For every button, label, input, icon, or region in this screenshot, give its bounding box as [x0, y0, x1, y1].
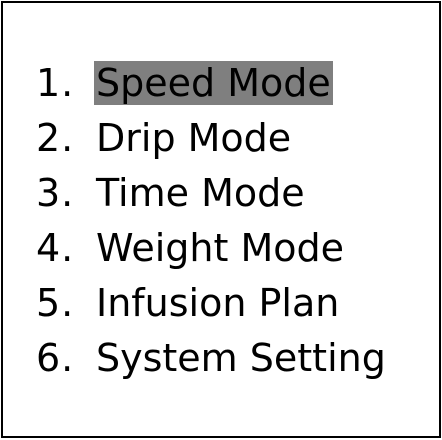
menu-item-drip-mode[interactable]: 2. Drip Mode: [36, 110, 436, 165]
menu-item-weight-mode[interactable]: 4. Weight Mode: [36, 220, 436, 275]
menu-item-number: 1.: [36, 60, 75, 105]
menu-item-system-setting[interactable]: 6. System Setting: [36, 330, 436, 385]
menu-item-time-mode[interactable]: 3. Time Mode: [36, 165, 436, 220]
menu-item-label: Infusion Plan: [96, 280, 340, 325]
menu-item-number: 2.: [36, 115, 75, 160]
menu-item-label: Time Mode: [96, 170, 305, 215]
menu-item-number: 4.: [36, 225, 75, 270]
menu-item-label: Weight Mode: [96, 225, 345, 270]
menu-item-label: Drip Mode: [96, 115, 292, 160]
menu-item-number: 6.: [36, 335, 75, 380]
menu-item-infusion-plan[interactable]: 5. Infusion Plan: [36, 275, 436, 330]
main-menu: 1. Speed Mode 2. Drip Mode 3. Time Mode …: [36, 55, 436, 385]
lcd-screen: 1. Speed Mode 2. Drip Mode 3. Time Mode …: [1, 1, 441, 438]
menu-item-speed-mode[interactable]: 1. Speed Mode: [36, 55, 436, 110]
menu-item-label: Speed Mode: [94, 60, 333, 105]
menu-item-label: System Setting: [96, 335, 386, 380]
menu-item-number: 5.: [36, 280, 75, 325]
menu-item-number: 3.: [36, 170, 75, 215]
